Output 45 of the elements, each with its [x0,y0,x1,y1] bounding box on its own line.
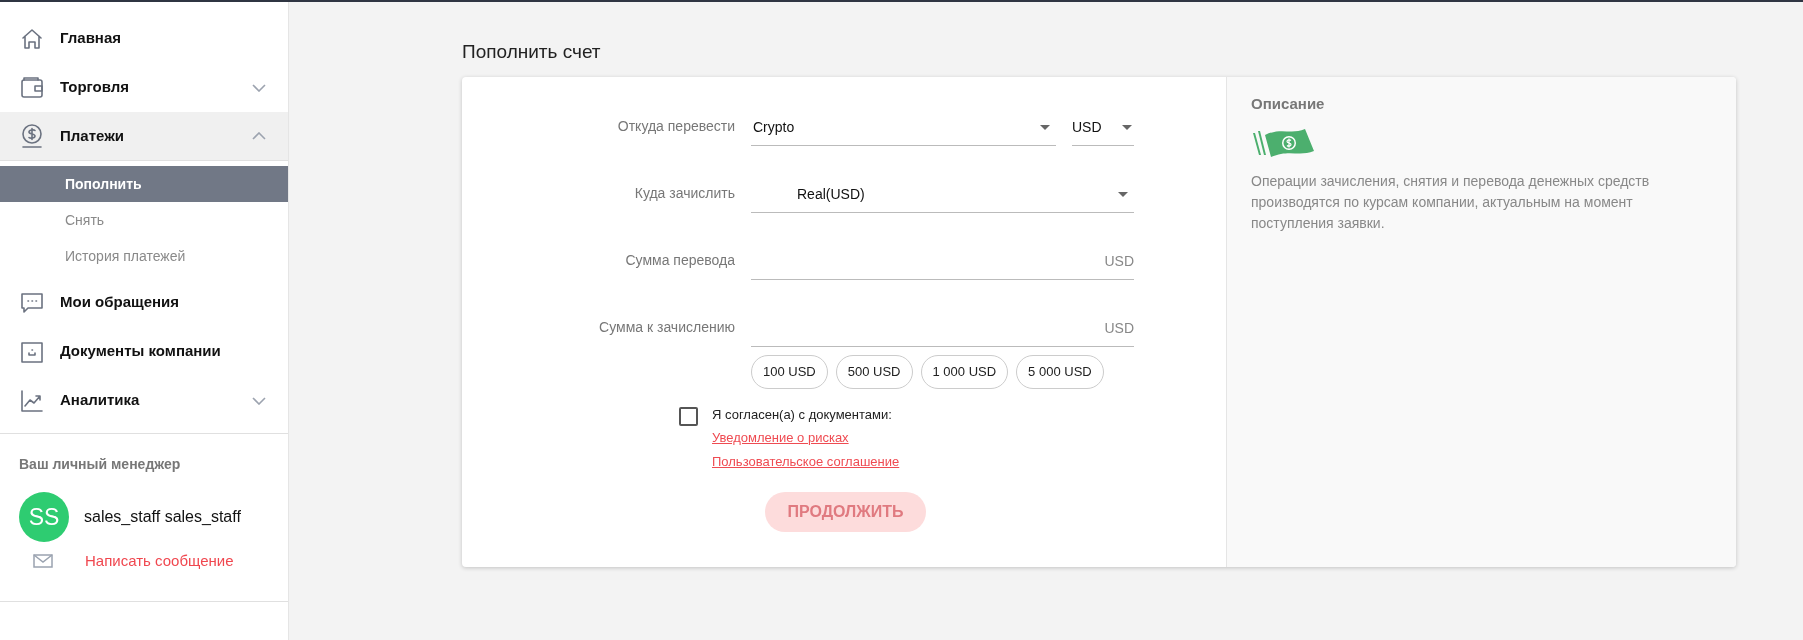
document-link[interactable]: Пользовательское соглашение [712,451,900,471]
nav-label: Аналитика [60,390,141,411]
avatar: SS [19,492,69,542]
submenu-item[interactable]: История платежей [0,238,288,274]
manager-name: sales_staff sales_staff [84,507,241,527]
currency-select[interactable]: USD [1072,109,1134,146]
nav-label: Торговля [60,77,131,98]
nav-item[interactable]: Документы компании [0,327,288,376]
submenu-item[interactable]: Пополнить [0,166,288,202]
trend-chart-icon [19,387,45,414]
dollar-coin-icon [19,123,45,149]
nav-item[interactable]: Мои обращения [0,278,288,327]
field-label: Сумма к зачислению [598,317,735,337]
page-title: Пополнить счет [462,40,602,64]
field-label: Откуда перевести [616,116,735,136]
select-field[interactable]: Real(USD) [751,176,1134,213]
envelope-icon [33,554,53,569]
dropdown-caret-icon [1040,124,1050,130]
nav-item[interactable]: Главная [0,14,288,63]
amount-field[interactable]: USD [751,243,1134,280]
wallet-icon [19,74,45,101]
agreement-checkbox[interactable] [679,406,698,426]
nav-label: Главная [60,28,122,49]
preset-amount-button[interactable]: 1 000 USD [920,354,1009,389]
nav-label: Мои обращения [60,292,180,313]
submenu-item[interactable]: Снять [0,202,288,238]
nav-label: Документы компании [60,341,222,362]
nav-item[interactable]: Аналитика [0,376,288,425]
preset-amount-button[interactable]: 500 USD [835,354,913,389]
dropdown-caret-icon [1122,124,1132,130]
field-label: Сумма перевода [624,250,735,270]
select-field[interactable]: Crypto [751,109,1056,146]
nav-label: Платежи [60,125,125,146]
preset-amount-button[interactable]: 5 000 USD [1016,354,1104,389]
amount-field[interactable]: USD [751,310,1134,347]
description-title: Описание [1251,93,1326,114]
document-link[interactable]: Уведомление о рисках [712,428,900,448]
field-label: Куда зачислить [633,183,735,203]
description-text: Операции зачисления, снятия и перевода денежных средств производятся по курсам компании, актуальным на момент поступления заявки. [1251,172,1651,233]
message-link[interactable]: Написать сообщение [85,550,234,573]
preset-amount-button[interactable]: 100 USD [751,354,828,389]
nav-item[interactable]: Торговля [0,63,288,112]
section-heading: Ваш личный менеджер [19,455,182,474]
dropdown-caret-icon [1118,191,1128,197]
agreement-text: Я согласен(а) с документами: [712,405,893,424]
